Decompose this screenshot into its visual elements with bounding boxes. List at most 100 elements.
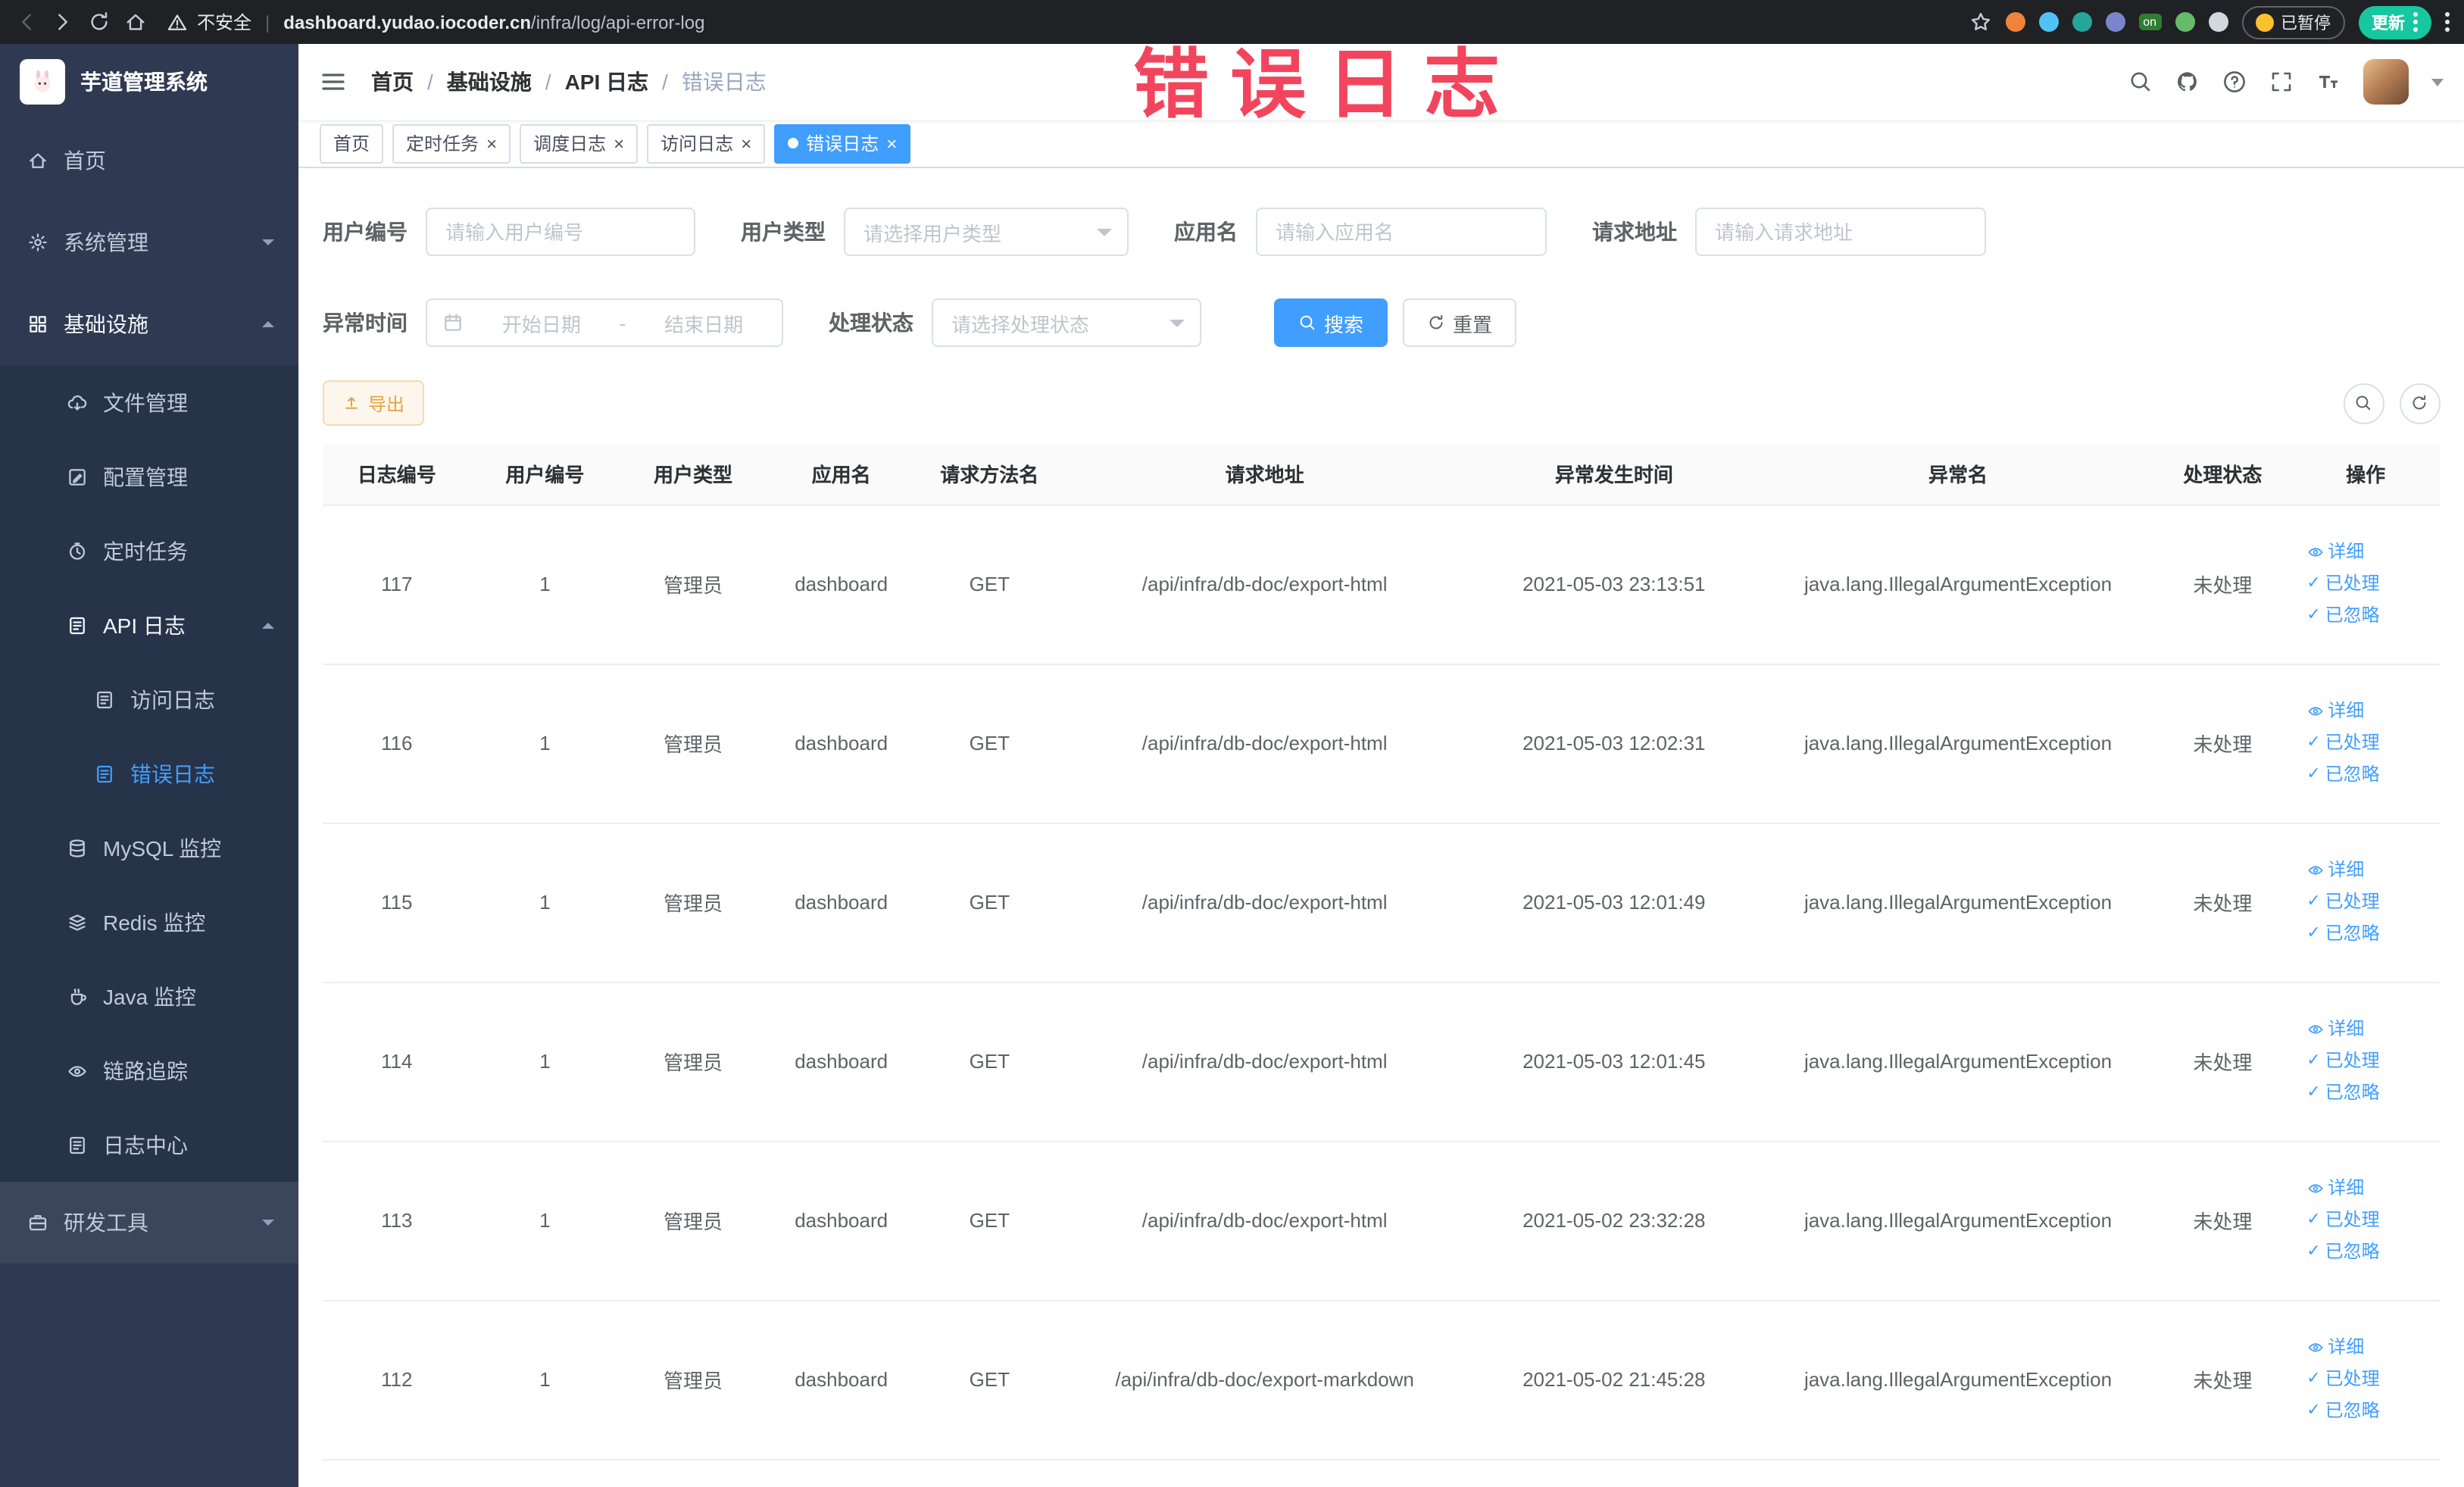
sidebar-item-api-log[interactable]: API 日志 [0,588,298,662]
annotation-overlay: 错误日志 [1133,42,1521,127]
ignored-link[interactable]: ✓ 已忽略 [2306,759,2434,791]
ignored-link[interactable]: ✓ 已忽略 [2306,918,2434,950]
sidebar-item-redis-monitor[interactable]: Redis 监控 [0,885,298,959]
sidebar-logo[interactable]: 芋道管理系统 [0,44,298,120]
github-icon[interactable] [2175,70,2199,94]
search-icon[interactable] [2128,70,2152,94]
close-icon[interactable]: × [614,134,624,152]
detail-link[interactable]: 详细 [2306,1173,2434,1204]
processed-link[interactable]: ✓ 已处理 [2306,568,2434,600]
close-icon[interactable]: × [886,134,897,152]
cell-exception: java.lang.IllegalArgumentException [1762,505,2154,664]
toggle-search-button[interactable] [2343,383,2384,423]
check-icon: ✓ [2306,1083,2321,1101]
export-button[interactable]: 导出 [323,380,425,426]
cell-status: 未处理 [2153,1141,2292,1301]
ignored-link[interactable]: ✓ 已忽略 [2306,1077,2434,1109]
breadcrumb-item[interactable]: 基础设施 [447,67,532,97]
sidebar-item-timed-task[interactable]: 定时任务 [0,514,298,588]
user-id-input[interactable] [426,208,695,256]
detail-link[interactable]: 详细 [2306,536,2434,568]
sidebar-item-home[interactable]: 首页 [0,120,298,201]
app-name-input[interactable] [1256,208,1547,256]
avatar[interactable] [2363,59,2408,105]
sidebar-item-system[interactable]: 系统管理 [0,201,298,283]
user-type-select[interactable]: 请选择用户类型 [844,208,1129,256]
cell-status: 未处理 [2153,505,2292,664]
close-icon[interactable]: × [741,134,751,152]
detail-link[interactable]: 详细 [2306,695,2434,727]
ignored-label: 已忽略 [2325,1082,2380,1103]
extension-icon[interactable] [2208,12,2228,32]
sidebar-item-error-log[interactable]: 错误日志 [0,736,298,811]
detail-link[interactable]: 详细 [2306,1014,2434,1045]
extension-icon[interactable] [2175,12,2194,32]
sidebar-item-mysql-monitor[interactable]: MySQL 监控 [0,811,298,885]
sidebar-item-config-manage[interactable]: 配置管理 [0,439,298,514]
search-button[interactable]: 搜索 [1274,298,1388,347]
browser-menu-icon[interactable] [2444,12,2449,32]
col-app-name: 应用名 [767,444,916,505]
sidebar-item-file-manage[interactable]: 文件管理 [0,365,298,439]
cell-url: /api/infra/db-doc/export-html [1063,982,1466,1142]
processed-link[interactable]: ✓ 已处理 [2306,886,2434,918]
sidebar-item-label: 错误日志 [130,761,215,786]
request-url-input[interactable] [1695,208,1986,256]
grid-icon [30,316,46,333]
date-range-picker[interactable]: 开始日期 - 结束日期 [426,298,783,347]
breadcrumb-item[interactable]: 首页 [371,67,414,97]
tab-error-log[interactable]: 错误日志 × [774,123,911,163]
fullscreen-icon[interactable] [2269,70,2293,94]
extension-icon[interactable] [2005,12,2025,32]
refresh-table-button[interactable] [2399,383,2440,423]
eye-icon [2307,707,2322,716]
bookmark-star-icon[interactable] [1969,11,1991,33]
reset-button[interactable]: 重置 [1403,298,1517,347]
extension-icon[interactable] [2038,12,2059,32]
detail-link[interactable]: 详细 [2306,854,2434,886]
chevron-down-icon[interactable] [2431,78,2443,86]
cell-log-id: 115 [323,823,471,982]
processed-link[interactable]: ✓ 已处理 [2306,1204,2434,1236]
tab-home[interactable]: 首页 [320,123,384,163]
ignored-link[interactable]: ✓ 已忽略 [2306,600,2434,632]
tab-schedule-log[interactable]: 调度日志 × [520,123,639,163]
sidebar-item-trace[interactable]: 链路追踪 [0,1033,298,1107]
breadcrumb-item[interactable]: API 日志 [565,67,648,97]
detail-link[interactable]: 详细 [2306,1332,2434,1364]
briefcase-icon [29,1215,47,1231]
cell-actions: 详细 ✓ 已处理 ✓ 已忽略 [2291,823,2440,982]
sidebar-item-java-monitor[interactable]: Java 监控 [0,959,298,1033]
check-icon: ✓ [2306,606,2321,624]
close-icon[interactable]: × [486,134,497,152]
sidebar-item-infrastructure[interactable]: 基础设施 [0,283,298,365]
collapse-sidebar-icon[interactable] [320,68,347,95]
process-status-select[interactable]: 请选择处理状态 [932,298,1201,347]
ignored-link[interactable]: ✓ 已忽略 [2306,1395,2434,1427]
ignored-link[interactable]: ✓ 已忽略 [2306,1236,2434,1268]
sidebar-item-access-log[interactable]: 访问日志 [0,662,298,736]
tab-timed-task[interactable]: 定时任务 × [392,123,511,163]
processed-link[interactable]: ✓ 已处理 [2306,1364,2434,1395]
help-icon[interactable] [2222,70,2246,94]
extension-icon[interactable] [2072,12,2092,32]
cell-user-id: 1 [470,823,620,982]
back-icon[interactable] [15,11,38,33]
tab-access-log[interactable]: 访问日志 × [647,123,766,163]
sidebar-item-dev-tools[interactable]: 研发工具 [0,1182,298,1264]
page-content: 用户编号 用户类型 请选择用户类型 应用名 [298,168,2464,1487]
extension-on-badge[interactable]: on [2138,14,2161,30]
address-bar[interactable]: 不安全 | dashboard.yudao.iocoder.cn/infra/l… [167,9,704,35]
detail-label: 详细 [2328,1336,2365,1357]
paused-badge[interactable]: 已暂停 [2241,5,2344,39]
filter-process-status: 处理状态 请选择处理状态 [829,298,1201,347]
forward-icon[interactable] [52,11,74,33]
extension-icon[interactable] [2105,12,2125,32]
font-size-icon[interactable] [2316,70,2340,94]
sidebar-item-log-center[interactable]: 日志中心 [0,1107,298,1182]
update-button[interactable]: 更新 [2358,5,2431,39]
processed-link[interactable]: ✓ 已处理 [2306,727,2434,759]
processed-link[interactable]: ✓ 已处理 [2306,1045,2434,1077]
reload-icon[interactable] [88,11,111,33]
browser-home-icon[interactable] [124,11,147,33]
